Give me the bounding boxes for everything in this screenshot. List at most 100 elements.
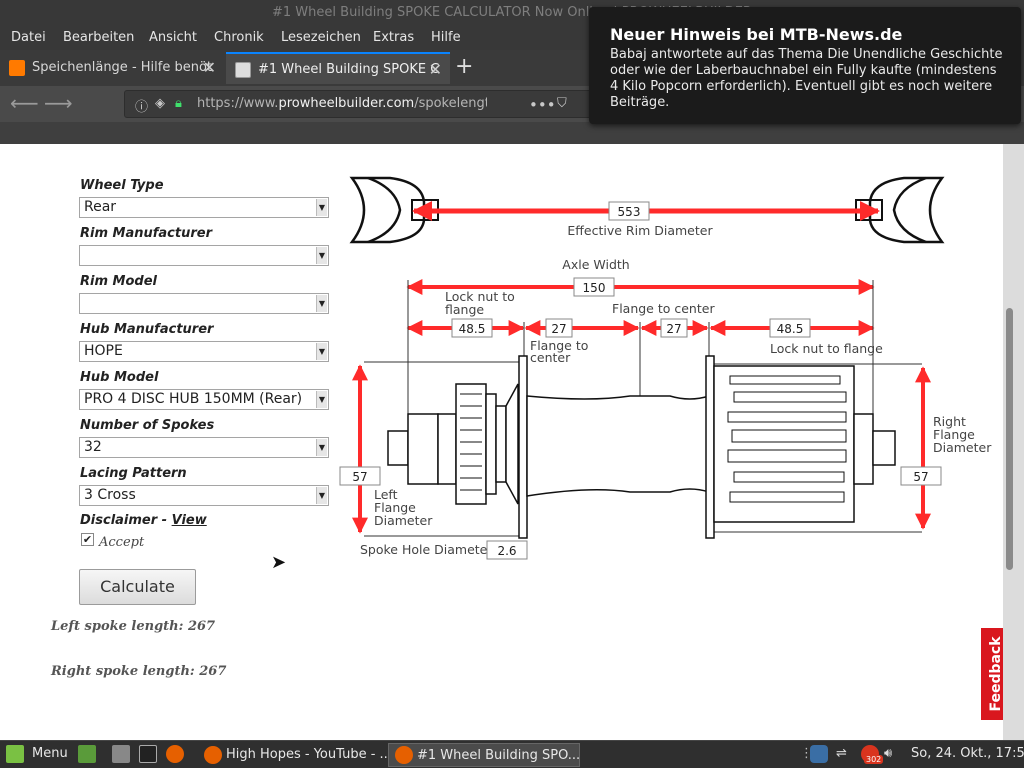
- menu-button[interactable]: Menu: [32, 746, 68, 761]
- show-desktop-icon[interactable]: [78, 745, 96, 763]
- prowheelbuilder-favicon-icon: [235, 62, 251, 78]
- lock-icon[interactable]: 🔒︎: [175, 96, 182, 111]
- right-flange-value: 57: [913, 470, 928, 484]
- hub-manufacturer-label: Hub Manufacturer: [80, 322, 214, 337]
- menu-datei[interactable]: Datei: [11, 30, 46, 45]
- disclaimer-view-link[interactable]: View: [172, 513, 207, 528]
- new-tab-button[interactable]: +: [455, 54, 473, 79]
- num-spokes-select[interactable]: 32 ▼: [79, 437, 329, 458]
- lacing-pattern-label: Lacing Pattern: [80, 466, 187, 481]
- accept-label: Accept: [99, 535, 145, 550]
- network-icon[interactable]: ⇌: [836, 746, 847, 761]
- forward-button[interactable]: ⟶: [44, 91, 73, 115]
- num-spokes-value: 32: [84, 439, 102, 455]
- num-spokes-label: Number of Spokes: [80, 418, 215, 433]
- rim-manufacturer-label: Rim Manufacturer: [80, 226, 212, 241]
- taskbar-window-prowheelbuilder[interactable]: #1 Wheel Building SPO...: [388, 743, 580, 767]
- lacing-pattern-select[interactable]: 3 Cross ▼: [79, 485, 329, 506]
- erd-label: Effective Rim Diameter: [567, 223, 713, 238]
- dropdown-arrow-icon: ▼: [316, 199, 327, 216]
- wheel-type-label: Wheel Type: [80, 178, 164, 193]
- taskbar: Menu High Hopes - YouTube - ... #1 Wheel…: [0, 740, 1024, 768]
- dropdown-arrow-icon: ▼: [316, 295, 327, 312]
- flange-center-left-label-line2: center: [530, 350, 571, 365]
- web-page: Wheel Type Rear ▼ Rim Manufacturer ▼ Rim…: [0, 144, 1003, 740]
- lock-nut-right-value: 48.5: [777, 322, 804, 336]
- tab-label: Speichenlänge - Hilfe benöt: [32, 60, 213, 75]
- volume-icon[interactable]: 🔊︎: [884, 746, 892, 761]
- lock-nut-left-value: 48.5: [459, 322, 486, 336]
- dropdown-arrow-icon: ▼: [316, 343, 327, 360]
- rim-model-select[interactable]: ▼: [79, 293, 329, 314]
- rim-manufacturer-select[interactable]: ▼: [79, 245, 329, 266]
- tab-label: #1 Wheel Building SPOKE C: [258, 62, 440, 77]
- close-icon[interactable]: ✕: [429, 54, 442, 84]
- terminal-icon[interactable]: [139, 745, 157, 763]
- accept-checkbox[interactable]: ✔: [81, 533, 94, 546]
- mtb-news-favicon-icon: [9, 60, 25, 76]
- menu-lesezeichen[interactable]: Lesezeichen: [281, 30, 361, 45]
- wheel-type-select[interactable]: Rear ▼: [79, 197, 329, 218]
- page-scrollbar[interactable]: [1003, 144, 1024, 740]
- menu-ansicht[interactable]: Ansicht: [149, 30, 197, 45]
- url-bar[interactable]: ⓘ ◈ 🔒︎ https://www.prowheelbuilder.com/s…: [124, 90, 592, 118]
- dropdown-arrow-icon: ▼: [316, 487, 327, 504]
- pocket-icon[interactable]: ⛉: [557, 96, 567, 111]
- close-icon[interactable]: ✕: [203, 52, 216, 84]
- hub-model-label: Hub Model: [80, 370, 159, 385]
- back-button[interactable]: ⟵: [10, 91, 39, 115]
- notification-title: Neuer Hinweis bei MTB-News.de: [610, 25, 903, 44]
- left-flange-value: 57: [352, 470, 367, 484]
- clock[interactable]: So, 24. Okt., 17:59: [911, 746, 1024, 761]
- calculate-button[interactable]: Calculate: [79, 569, 196, 605]
- dropdown-arrow-icon: ▼: [316, 247, 327, 264]
- disclaimer-label: Disclaimer - View: [80, 513, 207, 528]
- chrome-divider: [0, 122, 1024, 144]
- tab-mtb-news[interactable]: Speichenlänge - Hilfe benöt ✕: [0, 52, 224, 84]
- url-text[interactable]: https://www.prowheelbuilder.com/spokelen…: [197, 96, 487, 111]
- wheel-type-value: Rear: [84, 199, 117, 215]
- firefox-icon[interactable]: [166, 745, 184, 763]
- taskbar-window-label: High Hopes - YouTube - ...: [226, 747, 388, 762]
- feedback-label: Feedback: [988, 636, 1003, 712]
- shield-icon[interactable]: ◈: [155, 96, 165, 111]
- erd-value: 553: [618, 205, 641, 219]
- page-actions-icon[interactable]: •••: [529, 96, 556, 114]
- taskbar-window-youtube[interactable]: High Hopes - YouTube - ...: [198, 743, 388, 767]
- dropdown-arrow-icon: ▼: [316, 439, 327, 456]
- scrollbar-thumb[interactable]: [1006, 308, 1013, 570]
- menu-extras[interactable]: Extras: [373, 30, 414, 45]
- lock-nut-left-label-line2: flange: [445, 302, 484, 317]
- hub-model-value: PRO 4 DISC HUB 150MM (Rear): [84, 391, 303, 407]
- file-manager-icon[interactable]: [112, 745, 130, 763]
- axle-width-value: 150: [583, 281, 606, 295]
- axle-width-label: Axle Width: [562, 257, 629, 272]
- feedback-tab[interactable]: Feedback: [981, 628, 1003, 720]
- menu-hilfe[interactable]: Hilfe: [431, 30, 461, 45]
- flange-center-right-label: Flange to center: [612, 301, 715, 316]
- info-icon[interactable]: ⓘ: [135, 96, 148, 115]
- mouse-cursor-icon: ➤: [271, 552, 287, 573]
- lacing-pattern-value: 3 Cross: [84, 487, 136, 503]
- tab-prowheelbuilder[interactable]: #1 Wheel Building SPOKE C ✕: [226, 52, 450, 84]
- notification-count-badge: 302: [864, 755, 884, 764]
- right-flange-label-3: Diameter: [933, 440, 992, 455]
- desktop-notification[interactable]: Neuer Hinweis bei MTB-News.de Babaj antw…: [589, 7, 1021, 124]
- rim-model-label: Rim Model: [80, 274, 157, 289]
- menu-bearbeiten[interactable]: Bearbeiten: [63, 30, 134, 45]
- security-shield-icon[interactable]: [810, 745, 828, 763]
- menu-chronik[interactable]: Chronik: [214, 30, 264, 45]
- taskbar-window-label: #1 Wheel Building SPO...: [417, 748, 580, 763]
- mint-menu-icon[interactable]: [6, 745, 24, 763]
- flange-center-right-value: 27: [666, 322, 681, 336]
- spoke-hole-label: Spoke Hole Diameter: [360, 542, 493, 557]
- hub-manufacturer-select[interactable]: HOPE ▼: [79, 341, 329, 362]
- hub-model-select[interactable]: PRO 4 DISC HUB 150MM (Rear) ▼: [79, 389, 329, 410]
- right-spoke-length: Right spoke length: 267: [51, 664, 227, 679]
- flange-center-left-value: 27: [551, 322, 566, 336]
- hub-rim-diagram: 553 Effective Rim Diameter Axle Width 15…: [339, 176, 992, 560]
- firefox-icon: [395, 746, 413, 764]
- hub-manufacturer-value: HOPE: [84, 343, 123, 359]
- notification-body: Babaj antwortete auf das Thema Die Unend…: [610, 47, 1003, 110]
- dropdown-arrow-icon: ▼: [316, 391, 327, 408]
